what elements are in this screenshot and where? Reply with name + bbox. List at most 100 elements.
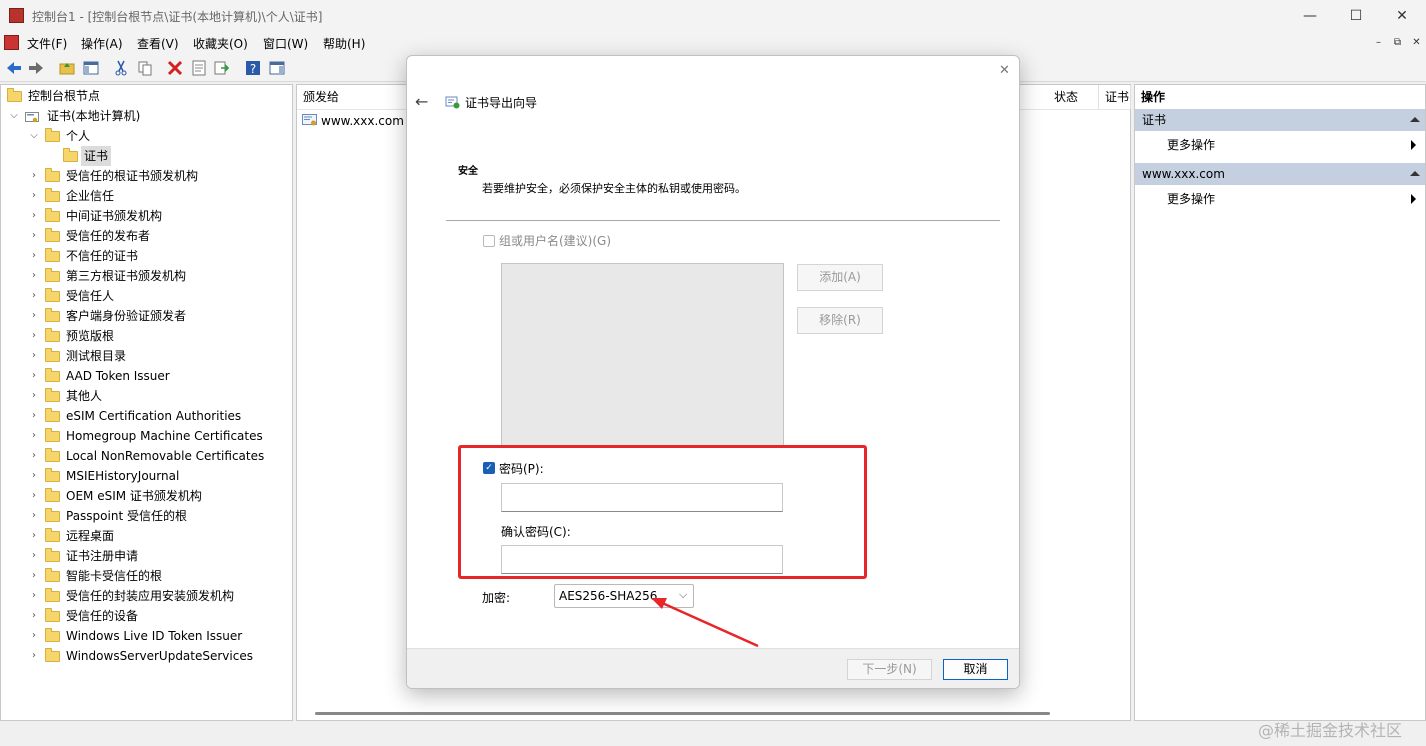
tree-store-trusted-people[interactable]: › 受信任人	[29, 286, 287, 306]
delete-icon[interactable]	[166, 59, 184, 77]
tree-store-local-nonremovable-certs[interactable]: › Local NonRemovable Certificates	[29, 446, 287, 466]
section-divider	[446, 220, 1000, 221]
menu-file[interactable]: 文件(F)	[27, 35, 67, 52]
tree-store-trusted-devices[interactable]: › 受信任的设备	[29, 606, 287, 626]
tree-store-untrusted-certs[interactable]: › 不信任的证书	[29, 246, 287, 266]
tree-store-oem-esim-ca[interactable]: › OEM eSIM 证书颁发机构	[29, 486, 287, 506]
action-more-actions[interactable]: 更多操作	[1167, 134, 1422, 156]
tree-store-intermediate-ca[interactable]: › 中间证书颁发机构	[29, 206, 287, 226]
chevron-right-icon[interactable]: ›	[29, 566, 39, 586]
add-button[interactable]: 添加(A)	[797, 264, 883, 291]
menu-help[interactable]: 帮助(H)	[323, 35, 365, 52]
chevron-right-icon[interactable]: ›	[29, 386, 39, 406]
menu-view[interactable]: 查看(V)	[137, 35, 179, 52]
group-user-listbox[interactable]	[501, 263, 784, 446]
tree-store-windows-live-id-token-issuer[interactable]: › Windows Live ID Token Issuer	[29, 626, 287, 646]
tree-store-trusted-packaged-app-ca[interactable]: › 受信任的封装应用安装颁发机构	[29, 586, 287, 606]
chevron-right-icon[interactable]: ›	[29, 266, 39, 286]
show-hide-action-pane-icon[interactable]	[268, 59, 286, 77]
chevron-right-icon[interactable]: ›	[29, 526, 39, 546]
chevron-right-icon[interactable]: ›	[29, 626, 39, 646]
tree-store-esim-ca[interactable]: › eSIM Certification Authorities	[29, 406, 287, 426]
horizontal-scrollbar[interactable]	[315, 712, 1050, 715]
chevron-right-icon[interactable]: ›	[29, 426, 39, 446]
tree-personal[interactable]: ⌵ 个人	[29, 126, 229, 146]
collapse-icon[interactable]	[1410, 117, 1420, 122]
chevron-right-icon[interactable]: ›	[29, 286, 39, 306]
back-arrow-icon[interactable]	[5, 59, 23, 77]
chevron-right-icon[interactable]: ›	[29, 546, 39, 566]
tree-store-cert-enrollment-requests[interactable]: › 证书注册申请	[29, 546, 287, 566]
column-status[interactable]: 状态	[1048, 85, 1099, 109]
close-button[interactable]: ✕	[1379, 0, 1425, 32]
up-folder-icon[interactable]	[58, 59, 76, 77]
tree-store-trusted-root-ca[interactable]: › 受信任的根证书颁发机构	[29, 166, 287, 186]
chevron-down-icon[interactable]: ⌵	[9, 106, 19, 126]
next-button[interactable]: 下一步(N)	[847, 659, 932, 680]
column-certificate[interactable]: 证书	[1099, 85, 1131, 109]
tree-certificates-local-computer[interactable]: ⌵ 证书(本地计算机)	[9, 106, 209, 126]
tree-store-preview-build-roots[interactable]: › 预览版根	[29, 326, 287, 346]
menu-action[interactable]: 操作(A)	[81, 35, 123, 52]
tree-store-aad-token-issuer[interactable]: › AAD Token Issuer	[29, 366, 287, 386]
properties-icon[interactable]	[190, 59, 208, 77]
chevron-right-icon[interactable]: ›	[29, 226, 39, 246]
chevron-right-icon[interactable]: ›	[29, 586, 39, 606]
group-user-checkbox[interactable]	[483, 235, 495, 247]
back-arrow-icon[interactable]: ←	[415, 92, 428, 111]
menu-favorites[interactable]: 收藏夹(O)	[193, 35, 248, 52]
mdi-restore-button[interactable]: ⧉	[1389, 35, 1406, 51]
tree-store-remote-desktop[interactable]: › 远程桌面	[29, 526, 287, 546]
submenu-arrow-icon	[1411, 194, 1416, 204]
cancel-button[interactable]: 取消	[943, 659, 1008, 680]
tree-store-client-auth-issuers[interactable]: › 客户端身份验证颁发者	[29, 306, 287, 326]
chevron-right-icon[interactable]: ›	[29, 486, 39, 506]
chevron-right-icon[interactable]: ›	[29, 366, 39, 386]
chevron-right-icon[interactable]: ›	[29, 346, 39, 366]
forward-arrow-icon[interactable]	[27, 59, 45, 77]
console-doc-icon[interactable]	[4, 35, 19, 50]
chevron-right-icon[interactable]: ›	[29, 406, 39, 426]
chevron-right-icon[interactable]: ›	[29, 186, 39, 206]
tree-store-msie-history-journal[interactable]: › MSIEHistoryJournal	[29, 466, 287, 486]
remove-button[interactable]: 移除(R)	[797, 307, 883, 334]
tree-store-smart-card-trusted-roots[interactable]: › 智能卡受信任的根	[29, 566, 287, 586]
copy-icon[interactable]	[136, 59, 154, 77]
action-group-certificates[interactable]: 证书	[1135, 109, 1425, 131]
collapse-icon[interactable]	[1410, 171, 1420, 176]
tree-store-test-roots[interactable]: › 测试根目录	[29, 346, 287, 366]
chevron-right-icon[interactable]: ›	[29, 326, 39, 346]
tree-personal-certificates[interactable]: 证书	[63, 146, 203, 166]
tree-store-passpoint-trusted-roots[interactable]: › Passpoint 受信任的根	[29, 506, 287, 526]
chevron-right-icon[interactable]: ›	[29, 446, 39, 466]
chevron-down-icon[interactable]: ⌵	[29, 126, 39, 146]
action-more-actions[interactable]: 更多操作	[1167, 188, 1422, 210]
chevron-right-icon[interactable]: ›	[29, 466, 39, 486]
help-icon[interactable]: ?	[244, 59, 262, 77]
menu-window[interactable]: 窗口(W)	[263, 35, 308, 52]
tree-store-windows-server-update-services[interactable]: › WindowsServerUpdateServices	[29, 646, 287, 666]
tree-store-enterprise-trust[interactable]: › 企业信任	[29, 186, 287, 206]
tree-store-other-people[interactable]: › 其他人	[29, 386, 287, 406]
chevron-right-icon[interactable]: ›	[29, 606, 39, 626]
chevron-right-icon[interactable]: ›	[29, 646, 39, 666]
chevron-right-icon[interactable]: ›	[29, 206, 39, 226]
tree-store-homegroup-machine-certs[interactable]: › Homegroup Machine Certificates	[29, 426, 287, 446]
tree-store-trusted-publishers[interactable]: › 受信任的发布者	[29, 226, 287, 246]
tree-store-label: 中间证书颁发机构	[66, 209, 163, 223]
chevron-right-icon[interactable]: ›	[29, 246, 39, 266]
maximize-button[interactable]: ☐	[1333, 0, 1379, 32]
chevron-right-icon[interactable]: ›	[29, 506, 39, 526]
action-group-selected-cert[interactable]: www.xxx.com	[1135, 163, 1425, 185]
tree-store-third-party-root-ca[interactable]: › 第三方根证书颁发机构	[29, 266, 287, 286]
tree-store-label: 受信任人	[66, 289, 115, 303]
chevron-right-icon[interactable]: ›	[29, 306, 39, 326]
chevron-right-icon[interactable]: ›	[29, 166, 39, 186]
mdi-close-button[interactable]: ✕	[1408, 35, 1425, 51]
cut-icon[interactable]	[112, 59, 130, 77]
dialog-close-button[interactable]: ✕	[999, 63, 1010, 78]
export-list-icon[interactable]	[213, 59, 231, 77]
mdi-minimize-button[interactable]: –	[1370, 35, 1387, 51]
show-hide-tree-icon[interactable]	[82, 59, 100, 77]
minimize-button[interactable]: —	[1287, 0, 1333, 32]
